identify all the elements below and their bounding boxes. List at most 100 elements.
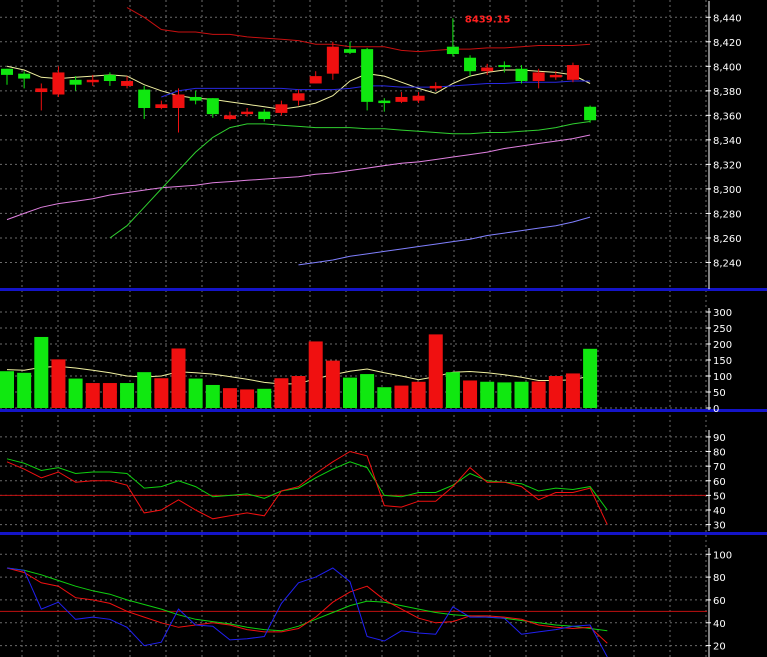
candle-body bbox=[378, 100, 391, 104]
volume-bar bbox=[343, 377, 357, 408]
candle-body bbox=[515, 68, 528, 82]
panel-separator bbox=[0, 409, 767, 412]
candle-body bbox=[309, 76, 322, 84]
candle-body bbox=[275, 104, 288, 113]
axis-tick-label: 70 bbox=[713, 462, 726, 473]
axis-tick-label: 100 bbox=[713, 550, 732, 561]
candle-body bbox=[395, 96, 408, 102]
volume-bar bbox=[51, 359, 66, 408]
candle-body bbox=[121, 81, 134, 86]
candle-body bbox=[464, 57, 477, 72]
candle-body bbox=[498, 65, 511, 68]
axis-tick-label: 90 bbox=[713, 433, 726, 444]
axis-tick-label: 80 bbox=[713, 573, 726, 584]
axis-tick-label: 8,340 bbox=[713, 136, 742, 147]
axis-tick-label: 8,420 bbox=[713, 38, 742, 49]
candle-body bbox=[18, 73, 31, 79]
volume-bar bbox=[480, 381, 495, 408]
volume-bar bbox=[531, 381, 546, 408]
candle-body bbox=[532, 72, 545, 82]
volume-bar bbox=[222, 388, 237, 408]
volume-bar bbox=[120, 383, 135, 408]
volume-bar bbox=[68, 378, 83, 408]
candle-body bbox=[412, 95, 425, 101]
axis-tick-label: 8,240 bbox=[713, 258, 742, 269]
axis-tick-label: 8,380 bbox=[713, 87, 742, 98]
axis-tick-label: 8,320 bbox=[713, 160, 742, 171]
volume-bar bbox=[428, 334, 443, 408]
volume-bar bbox=[240, 389, 255, 408]
candle-body bbox=[223, 115, 236, 120]
candle-body bbox=[86, 79, 99, 83]
volume-bar bbox=[102, 383, 117, 408]
axis-tick-label: 30 bbox=[713, 521, 726, 532]
candle-body bbox=[52, 72, 65, 95]
volume-bar bbox=[514, 381, 529, 408]
axis-tick-label: 8,280 bbox=[713, 209, 742, 220]
volume-bar bbox=[0, 371, 14, 408]
candle-body bbox=[481, 67, 494, 72]
candle-body bbox=[103, 74, 116, 82]
candle-body bbox=[429, 85, 442, 89]
axis-tick-label: 50 bbox=[713, 491, 726, 502]
axis-tick-label: 150 bbox=[713, 356, 732, 367]
volume-bar bbox=[463, 380, 478, 408]
axis-tick-label: 50 bbox=[713, 388, 726, 399]
volume-bar bbox=[360, 374, 375, 408]
volume-bar bbox=[411, 381, 426, 408]
candle-body bbox=[241, 111, 254, 115]
panel-separator bbox=[0, 532, 767, 535]
axis-tick-label: 80 bbox=[713, 448, 726, 459]
candle-body bbox=[189, 96, 202, 101]
axis-tick-label: 8,300 bbox=[713, 185, 742, 196]
axis-tick-label: 8,360 bbox=[713, 111, 742, 122]
price-high-annotation: 8439.15 bbox=[465, 14, 511, 25]
candle-body bbox=[35, 88, 48, 93]
axis-tick-label: 300 bbox=[713, 308, 732, 319]
axis-tick-label: 8,260 bbox=[713, 234, 742, 245]
volume-bar bbox=[205, 384, 220, 408]
volume-bar bbox=[445, 372, 460, 408]
axis-tick-label: 40 bbox=[713, 619, 726, 630]
axis-tick-label: 60 bbox=[713, 477, 726, 488]
volume-bar bbox=[583, 348, 598, 408]
volume-bar bbox=[291, 376, 306, 408]
axis-tick-label: 250 bbox=[713, 324, 732, 335]
volume-bar bbox=[17, 372, 32, 408]
volume-bar bbox=[497, 382, 512, 408]
candle-body bbox=[326, 46, 339, 74]
axis-tick-label: 60 bbox=[713, 596, 726, 607]
volume-bar bbox=[548, 376, 563, 408]
volume-bar bbox=[274, 378, 289, 408]
volume-bar bbox=[377, 387, 392, 408]
volume-bar bbox=[565, 373, 580, 408]
axis-tick-label: 20 bbox=[713, 642, 726, 653]
axis-tick-label: 0 bbox=[713, 404, 719, 415]
axis-tick-label: 8,440 bbox=[713, 13, 742, 24]
candle-body bbox=[206, 98, 219, 115]
panel-separator bbox=[0, 288, 767, 291]
volume-bar bbox=[188, 378, 203, 408]
volume-bar bbox=[257, 388, 272, 408]
candle-body bbox=[1, 68, 13, 75]
volume-bar bbox=[171, 348, 186, 408]
volume-bar bbox=[325, 360, 340, 408]
candle-body bbox=[344, 49, 356, 53]
stock-chart: 8,240 8,260 8,280 8,300 8,320 8,340 8,360 8,380… bbox=[0, 0, 767, 657]
axis-tick-label: 200 bbox=[713, 340, 732, 351]
candle-body bbox=[566, 65, 579, 80]
candle-body bbox=[172, 94, 185, 108]
axis-tick-label: 100 bbox=[713, 372, 732, 383]
candle-body bbox=[446, 46, 459, 55]
volume-bar bbox=[154, 378, 169, 408]
candle-body bbox=[584, 106, 597, 121]
candle-body bbox=[258, 111, 271, 120]
candle-body bbox=[138, 89, 151, 108]
candle-body bbox=[549, 74, 562, 78]
volume-bar bbox=[394, 385, 409, 408]
candle-body bbox=[361, 49, 374, 102]
volume-bar bbox=[34, 336, 49, 408]
candle-body bbox=[292, 93, 305, 101]
candle-body bbox=[69, 79, 82, 85]
volume-bar bbox=[85, 383, 100, 408]
